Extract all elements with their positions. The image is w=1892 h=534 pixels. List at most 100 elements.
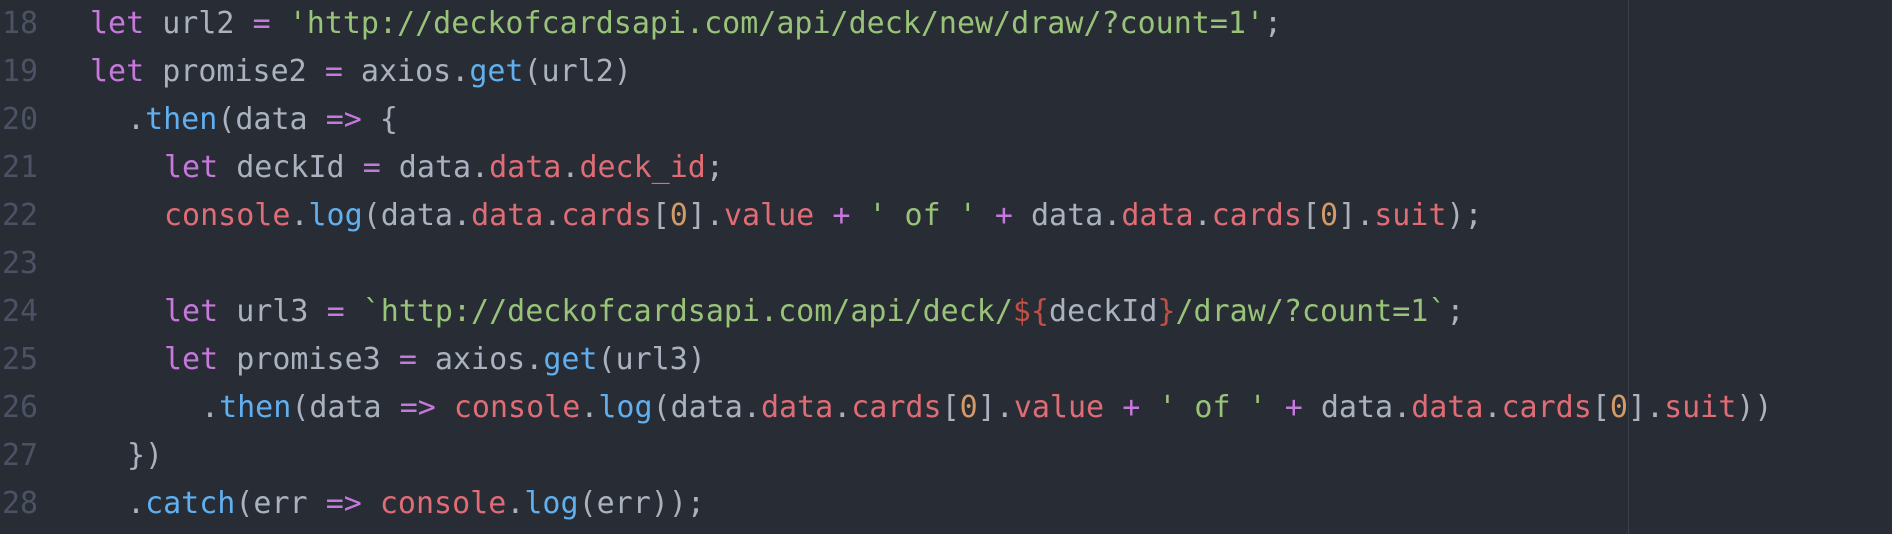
code-token: [ [1301,198,1320,233]
code-token: = [252,6,271,41]
code-line[interactable]: 22 console.log(data.data.cards[0].value +… [0,192,1483,240]
code-token: cards [561,198,652,233]
code-text[interactable]: let url2 = 'http://deckofcardsapi.com/ap… [90,0,1282,48]
code-text[interactable]: console.log(data.data.cards[0].value + '… [90,192,1483,240]
code-token: cards [851,390,942,425]
code-line[interactable]: 26 .then(data => console.log(data.data.ca… [0,384,1772,432]
code-token: + [994,198,1013,233]
code-token: console [453,390,581,425]
code-line[interactable]: 28 .catch(err => console.log(err)); [0,480,705,528]
code-token: promise3 [218,342,399,377]
code-token: + [1284,390,1303,425]
code-token: /draw/?count=1` [1175,294,1447,329]
code-token: (err)); [578,486,705,521]
code-token: axios. [342,54,470,89]
code-text[interactable]: }) [90,432,163,480]
code-text[interactable]: .then(data => console.log(data.data.card… [90,384,1772,432]
code-token: ]. [687,198,724,233]
code-token: ${ [1012,294,1050,329]
code-token: data [760,390,834,425]
code-token: } [1157,294,1176,329]
code-text[interactable]: let promise2 = axios.get(url2) [90,48,632,96]
code-token: 0 [669,198,688,233]
code-token: . [561,150,580,185]
code-line[interactable]: 23 [0,240,90,288]
code-token: 0 [959,390,978,425]
code-token: => [325,486,362,521]
code-editor[interactable]: 18 let url2 = 'http://deckofcardsapi.com/… [0,0,1892,534]
line-number: 26 [2,390,39,425]
code-token: `http://deckofcardsapi.com/api/deck/ [362,294,1013,329]
code-token: (data [291,390,400,425]
code-text[interactable]: .then(data => { [90,96,398,144]
code-token: 0 [1320,198,1339,233]
code-token: let [90,6,145,41]
code-line[interactable]: 20 .then(data => { [0,96,398,144]
code-token: . [506,486,525,521]
code-token: ]. [1627,390,1665,425]
code-token: . [1483,390,1502,425]
code-token: }) [127,438,164,473]
code-token: deckId [1049,294,1158,329]
code-token: data [1411,390,1484,425]
wrap-guide [1628,0,1629,534]
code-token: . [580,390,599,425]
code-token: deckId [218,150,363,185]
code-token: . [833,390,852,425]
line-number: 22 [2,198,39,233]
code-line[interactable]: 27}) [0,432,163,480]
code-token: . [201,390,220,425]
code-token: get [469,54,524,89]
code-text[interactable]: let promise3 = axios.get(url3) [90,336,706,384]
code-token: get [543,342,598,377]
code-token: cards [1501,390,1592,425]
code-token: promise2 [144,54,325,89]
code-token: . [1193,198,1212,233]
code-token: suit [1374,198,1447,233]
line-number: 18 [2,6,39,41]
code-token: let [164,150,219,185]
code-token: ]. [977,390,1014,425]
code-text[interactable]: let deckId = data.data.deck_id; [90,144,724,192]
code-token: 0 [1609,390,1628,425]
code-token: = [324,54,343,89]
code-token: + [1122,390,1141,425]
code-token: console [379,486,507,521]
code-token: 'http://deckofcardsapi.com/api/deck/new/… [288,6,1265,41]
code-token: (err [235,486,326,521]
code-token: . [127,486,146,521]
code-token: = [362,150,381,185]
line-number: 19 [2,54,39,89]
code-token: => [325,102,362,137]
line-number: 24 [2,294,39,329]
line-number: 21 [2,150,39,185]
code-token: log [598,390,653,425]
code-token: let [164,342,219,377]
code-token: data. [1012,198,1122,233]
code-token: ; [1264,6,1283,41]
code-line[interactable]: 25 let promise3 = axios.get(url3) [0,336,706,384]
line-number: 28 [2,486,39,521]
code-line[interactable]: 24 let url3 = `http://deckofcardsapi.com/… [0,288,1464,336]
code-token: ); [1446,198,1483,233]
code-token: ' of ' [1158,390,1267,425]
code-token: . [127,102,146,137]
code-token: catch [145,486,236,521]
code-line[interactable]: 19 let promise2 = axios.get(url2) [0,48,632,96]
code-token: ' of ' [868,198,977,233]
code-token: then [219,390,292,425]
code-token: data [471,198,544,233]
code-text[interactable]: let url3 = `http://deckofcardsapi.com/ap… [90,288,1464,336]
code-token: [ [1591,390,1610,425]
code-token: let [90,54,145,89]
code-token: [ [941,390,960,425]
code-token: let [164,294,219,329]
code-token: => [399,390,436,425]
code-text[interactable]: .catch(err => console.log(err)); [90,480,705,528]
code-line[interactable]: 18 let url2 = 'http://deckofcardsapi.com/… [0,0,1282,48]
code-line[interactable]: 21 let deckId = data.data.deck_id; [0,144,724,192]
